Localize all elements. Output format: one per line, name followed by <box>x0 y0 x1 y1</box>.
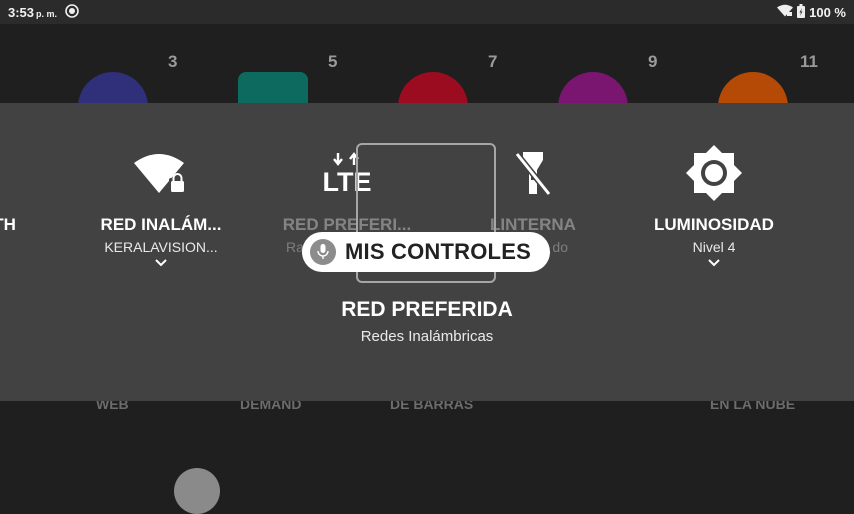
clock: 3:53 p. m. <box>8 4 58 20</box>
chevron-down-icon[interactable] <box>649 259 779 273</box>
battery-icon <box>797 3 806 21</box>
wifi-lock-icon <box>96 143 226 203</box>
battery-percent: 100 % <box>809 4 846 20</box>
tile-bluetooth-status: do <box>0 239 60 255</box>
chevron-down-icon[interactable] <box>96 259 226 273</box>
app-number: 3 <box>168 52 178 71</box>
brightness-icon <box>649 143 779 203</box>
status-bar-right: 100 % <box>777 3 846 21</box>
app-number: 11 <box>800 52 818 71</box>
tile-wifi-title: RED INALÁM... <box>100 215 222 234</box>
app-number: 7 <box>488 52 498 71</box>
tile-wifi[interactable]: RED INALÁM... KERALAVISION... <box>96 143 226 273</box>
status-bar-left: 3:53 p. m. <box>8 3 79 21</box>
status-bar: 3:53 p. m. 100 % <box>0 0 854 24</box>
voice-controls-label: MIS CONTROLES <box>345 239 531 264</box>
voice-controls-pill[interactable]: MIS CONTROLES <box>302 232 550 272</box>
focused-tile-subtitle: Redes Inalámbricas <box>360 328 494 345</box>
tile-brightness-title: LUMINOSIDAD <box>654 215 774 234</box>
cast-icon <box>65 3 79 21</box>
focused-tile-title: RED PREFERIDA <box>341 298 513 321</box>
clock-ampm: p. m. <box>36 8 58 19</box>
app-number: 5 <box>328 52 338 71</box>
app-icon[interactable] <box>174 468 220 514</box>
tile-wifi-status: KERALAVISION... <box>104 239 218 255</box>
tile-brightness-level: Nivel 4 <box>692 239 736 255</box>
tile-bluetooth[interactable]: OTH do <box>0 143 60 255</box>
wifi-status-icon <box>777 4 794 20</box>
tile-brightness[interactable]: LUMINOSIDAD Nivel 4 <box>649 143 779 273</box>
microphone-icon <box>310 239 336 265</box>
tile-bluetooth-title: OTH <box>0 215 16 234</box>
app-number: 9 <box>648 52 658 71</box>
